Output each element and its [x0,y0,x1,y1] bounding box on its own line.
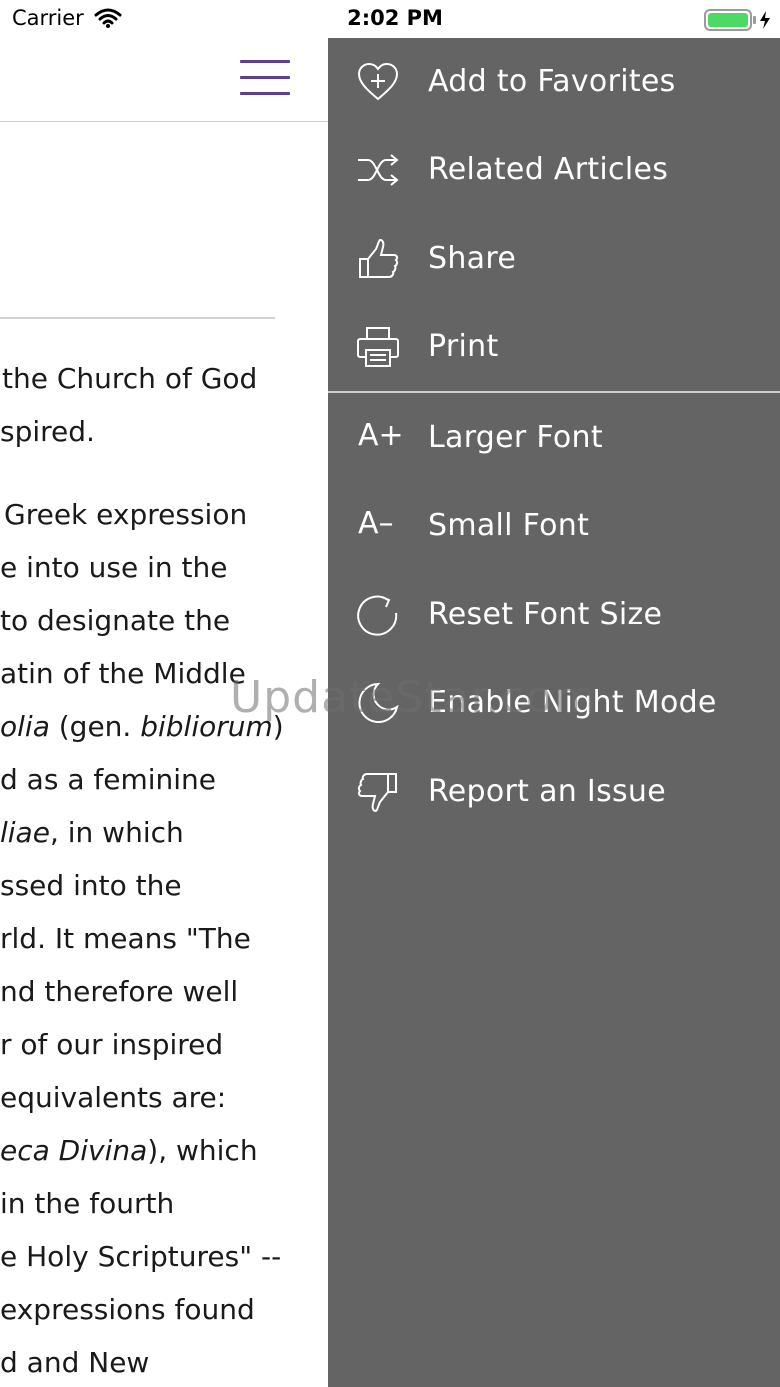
status-bar: Carrier 2:02 PM [0,0,780,40]
article-line: e Holy Scriptures" -- [0,1240,282,1273]
article-line: liae, in which [0,816,184,849]
menu-item-share[interactable]: Share [328,215,780,303]
hamburger-menu-icon[interactable] [240,60,290,96]
menu-item-label: Print [428,329,499,364]
nav-bar [0,40,328,122]
menu-item-related-articles[interactable]: Related Articles [328,126,780,214]
menu-item-label: Related Articles [428,152,669,187]
article-line: equivalents are: [0,1081,227,1114]
menu-item-print[interactable]: Print [328,303,780,391]
article-line: eca Divina), which [0,1134,258,1167]
watermark-text: UpdateStar.com [230,672,598,723]
menu-divider [328,391,780,393]
shuffle-icon [356,148,400,192]
article-line: expressions found [0,1293,255,1326]
article-line: in the fourth [0,1187,175,1220]
heart-plus-icon [356,60,400,104]
menu-item-report-an-issue[interactable]: Report an Issue [328,748,780,836]
menu-item-small-font[interactable]: A– Small Font [328,482,780,570]
menu-item-add-to-favorites[interactable]: Add to Favorites [328,38,780,126]
article-line: d as a feminine [0,763,217,796]
menu-item-label: Larger Font [428,420,603,455]
clock: 2:02 PM [347,6,443,30]
article-line: rld. It means "The [0,922,251,955]
article-line: d and New [0,1346,150,1379]
article-line: Greek expression [4,498,248,531]
battery-icon [704,9,774,35]
article-line: nd therefore well [0,975,239,1008]
menu-item-label: Add to Favorites [428,64,676,99]
article-line: the Church of God [2,362,258,395]
article-line: r of our inspired [0,1028,224,1061]
menu-item-label: Reset Font Size [428,597,663,632]
thumbs-up-icon [356,237,400,281]
menu-item-label: Share [428,241,517,276]
menu-item-reset-font-size[interactable]: Reset Font Size [328,571,780,659]
article-line: atin of the Middle [0,657,246,690]
font-smaller-icon: A– [358,506,394,541]
article-line: to designate the [0,604,231,637]
article-line: spired. [0,415,95,448]
font-larger-icon: A+ [358,418,404,453]
thumbs-down-icon [356,770,400,814]
refresh-icon [356,593,400,637]
article-line: ssed into the [0,869,182,902]
menu-item-larger-font[interactable]: A+ Larger Font [328,394,780,482]
menu-item-label: Report an Issue [428,774,666,809]
article-line: e into use in the [0,551,228,584]
printer-icon [356,325,400,369]
title-divider [0,317,275,319]
menu-item-label: Small Font [428,508,590,543]
